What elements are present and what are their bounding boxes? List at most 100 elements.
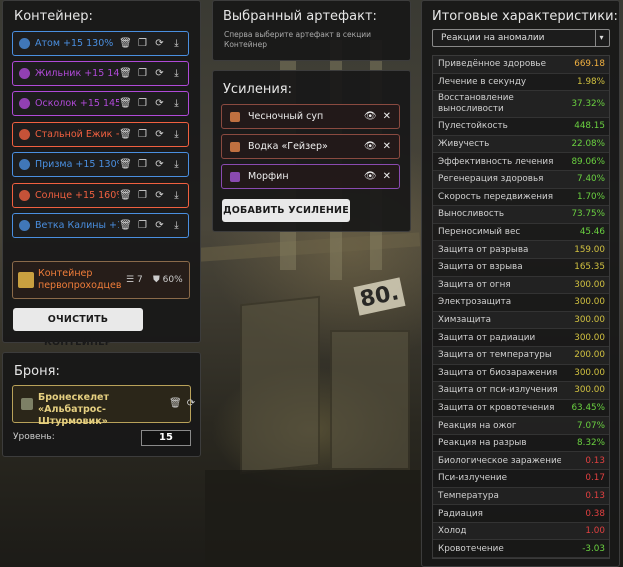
stat-name: Эффективность лечения bbox=[438, 156, 554, 167]
copy-icon[interactable]: ❐ bbox=[136, 68, 149, 79]
boost-row[interactable]: Водка «Гейзер» 👁 ✕ bbox=[221, 134, 400, 159]
trash-icon[interactable]: 🗑 bbox=[119, 159, 132, 170]
stat-row: Температура 0.13 bbox=[433, 487, 609, 506]
copy-icon[interactable]: ❐ bbox=[136, 38, 149, 49]
stat-value: 300.00 bbox=[574, 367, 605, 378]
stat-name: Кровотечение bbox=[438, 543, 504, 554]
stat-row: Защита от разрыва 159.00 bbox=[433, 241, 609, 259]
artifact-row[interactable]: Стальной Ежик +15 160%🗑 ❐ ⟳ ⤓ bbox=[12, 122, 189, 147]
stat-value: -3.03 bbox=[582, 543, 605, 554]
level-label: Уровень: bbox=[13, 432, 55, 442]
artifact-row[interactable]: Атом +15 130% 🗑 ❐ ⟳ ⤓ bbox=[12, 31, 189, 56]
selected-artifact-hint: Сперва выберите артефакт в секции Контей… bbox=[224, 30, 372, 49]
stat-name: Переносимый вес bbox=[438, 227, 521, 238]
stats-filter-select[interactable]: Реакции на аномалии ▾ bbox=[432, 29, 610, 47]
refresh-icon[interactable]: ⟳ bbox=[153, 38, 166, 49]
add-boost-button[interactable]: ДОБАВИТЬ УСИЛЕНИЕ bbox=[222, 199, 350, 222]
atom-icon bbox=[19, 38, 30, 49]
download-icon[interactable]: ⤓ bbox=[170, 38, 183, 49]
stat-name: Химзащита bbox=[438, 315, 491, 326]
trash-icon[interactable]: 🗑 bbox=[119, 38, 132, 49]
slots-value: 7 bbox=[136, 275, 143, 285]
trash-icon[interactable]: 🗑 bbox=[119, 190, 132, 201]
trash-icon[interactable]: 🗑 bbox=[119, 68, 132, 79]
download-icon[interactable]: ⤓ bbox=[170, 129, 183, 140]
copy-icon[interactable]: ❐ bbox=[136, 98, 149, 109]
stat-name: Скорость передвижения bbox=[438, 191, 553, 202]
refresh-icon[interactable]: ⟳ bbox=[153, 190, 166, 201]
artifact-label: Солнце +15 160% bbox=[35, 190, 119, 201]
boost-row[interactable]: Чесночный суп 👁 ✕ bbox=[221, 104, 400, 129]
stat-row: Холод 1.00 bbox=[433, 522, 609, 541]
pioneer-container[interactable]: Контейнер первопроходцев ☰ 7 ⛊ 60% bbox=[12, 261, 190, 299]
trash-icon[interactable]: 🗑 bbox=[119, 129, 132, 140]
stat-value: 0.17 bbox=[585, 473, 605, 484]
stat-value: 0.13 bbox=[585, 490, 605, 501]
refresh-icon[interactable]: ⟳ bbox=[153, 98, 166, 109]
stat-value: 7.40% bbox=[577, 174, 605, 185]
stat-name: Радиация bbox=[438, 508, 483, 519]
download-icon[interactable]: ⤓ bbox=[170, 220, 183, 231]
download-icon[interactable]: ⤓ bbox=[170, 98, 183, 109]
vein-icon bbox=[19, 68, 30, 79]
eye-icon[interactable]: 👁 bbox=[364, 141, 377, 152]
stat-value: 22.08% bbox=[571, 139, 605, 150]
close-icon[interactable]: ✕ bbox=[383, 111, 391, 122]
stat-name: Холод bbox=[438, 526, 467, 537]
stat-name: Реакция на ожог bbox=[438, 420, 517, 431]
copy-icon[interactable]: ❐ bbox=[136, 129, 149, 140]
pioneer-container-name: Контейнер первопроходцев bbox=[38, 268, 122, 291]
copy-icon[interactable]: ❐ bbox=[136, 190, 149, 201]
trash-icon[interactable]: 🗑 bbox=[119, 98, 132, 109]
armor-item[interactable]: Бронескелет «Альбатрос-Штурмовик» 🗑 ⟳ bbox=[12, 385, 195, 427]
refresh-icon[interactable]: ⟳ bbox=[153, 159, 166, 170]
stat-row: Эффективность лечения 89.06% bbox=[433, 153, 609, 171]
trash-icon[interactable]: 🗑 bbox=[169, 398, 182, 409]
chevron-down-icon[interactable]: ▾ bbox=[595, 30, 607, 46]
stat-value: 8.32% bbox=[577, 438, 605, 449]
stat-value: 300.00 bbox=[574, 279, 605, 290]
refresh-icon[interactable]: ⟳ bbox=[187, 398, 195, 409]
artifact-row[interactable]: Жильник +15 145%🗑 ❐ ⟳ ⤓ bbox=[12, 61, 189, 86]
eye-icon[interactable]: 👁 bbox=[364, 111, 377, 122]
eye-icon[interactable]: 👁 bbox=[364, 171, 377, 182]
armor-name: Бронескелет «Альбатрос-Штурмовик» bbox=[38, 392, 110, 427]
trash-icon[interactable]: 🗑 bbox=[119, 220, 132, 231]
selected-artifact-panel: Выбранный артефакт: Сперва выберите арте… bbox=[212, 0, 411, 61]
boost-row[interactable]: Морфин 👁 ✕ bbox=[221, 164, 400, 189]
artifact-label: Ветка Калины +15 130% bbox=[35, 220, 119, 231]
download-icon[interactable]: ⤓ bbox=[170, 190, 183, 201]
stat-value: 159.00 bbox=[574, 244, 605, 255]
refresh-icon[interactable]: ⟳ bbox=[153, 220, 166, 231]
boost-label: Водка «Гейзер» bbox=[248, 141, 328, 152]
stats-title: Итоговые характеристики: bbox=[432, 9, 618, 24]
stat-row: Приведённое здоровье 669.18 bbox=[433, 56, 609, 74]
refresh-icon[interactable]: ⟳ bbox=[153, 68, 166, 79]
level-input[interactable]: 15 bbox=[141, 430, 191, 446]
stat-row: Пулестойкость 448.15 bbox=[433, 118, 609, 136]
artifact-row[interactable]: Ветка Калины +15 130%🗑 ❐ ⟳ ⤓ bbox=[12, 213, 189, 238]
stat-value: 1.98% bbox=[577, 76, 605, 87]
container-title: Контейнер: bbox=[14, 9, 93, 24]
stat-value: 0.13 bbox=[585, 455, 605, 466]
refresh-icon[interactable]: ⟳ bbox=[153, 129, 166, 140]
download-icon[interactable]: ⤓ bbox=[170, 159, 183, 170]
copy-icon[interactable]: ❐ bbox=[136, 159, 149, 170]
stat-row: Защита от огня 300.00 bbox=[433, 276, 609, 295]
stat-name: Пулестойкость bbox=[438, 121, 508, 132]
artifact-row[interactable]: Солнце +15 160% 🗑 ❐ ⟳ ⤓ bbox=[12, 183, 189, 208]
artifact-row[interactable]: Осколок +15 145%🗑 ❐ ⟳ ⤓ bbox=[12, 91, 189, 116]
stat-value: 0.38 bbox=[585, 508, 605, 519]
artifact-label: Осколок +15 145% bbox=[35, 98, 119, 109]
stat-value: 300.00 bbox=[574, 332, 605, 343]
close-icon[interactable]: ✕ bbox=[383, 141, 391, 152]
stat-value: 669.18 bbox=[574, 59, 605, 70]
close-icon[interactable]: ✕ bbox=[383, 171, 391, 182]
stat-name: Защита от биозаражения bbox=[438, 367, 558, 378]
artifact-row[interactable]: Призма +15 130% 🗑 ❐ ⟳ ⤓ bbox=[12, 152, 189, 177]
branch-icon bbox=[19, 220, 30, 231]
stat-name: Защита от разрыва bbox=[438, 244, 529, 255]
clear-container-button[interactable]: ОЧИСТИТЬ КОНТЕЙНЕР bbox=[13, 308, 143, 348]
copy-icon[interactable]: ❐ bbox=[136, 220, 149, 231]
download-icon[interactable]: ⤓ bbox=[170, 68, 183, 79]
